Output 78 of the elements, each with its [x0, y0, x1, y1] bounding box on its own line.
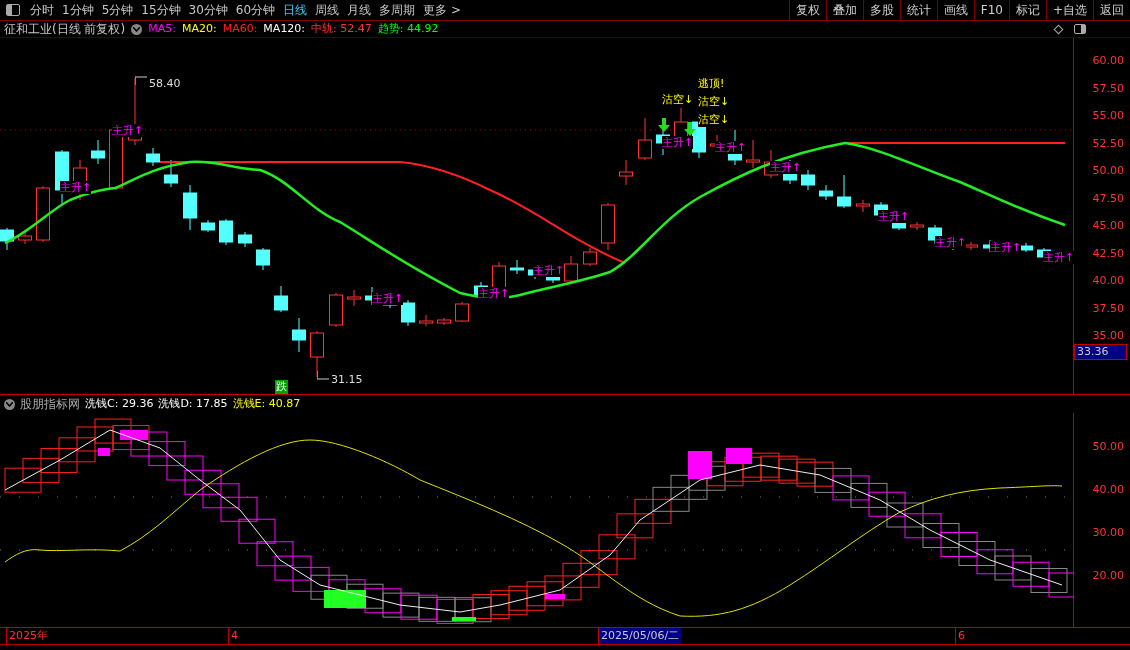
date-label: 6: [955, 628, 967, 644]
trend-label: 主升↑: [1043, 251, 1075, 264]
trend-label: 主升↑: [60, 181, 92, 194]
toolbar-button[interactable]: 画线: [936, 0, 974, 21]
trend-label: 主升↑: [478, 287, 510, 300]
period-tab[interactable]: 分时: [26, 1, 58, 19]
stock-title: 征和工业(日线 前复权): [4, 21, 126, 38]
trend-label: 主升↑: [372, 292, 404, 305]
price-axis-label: 57.50: [1092, 82, 1124, 95]
price-axis-label: 47.50: [1092, 192, 1124, 205]
price-axis-label: 37.50: [1092, 302, 1124, 315]
signal-label: 跌: [275, 380, 288, 394]
period-tab[interactable]: 月线: [343, 1, 376, 19]
period-tab[interactable]: 日线: [279, 1, 312, 19]
trend-label: 主升↑: [112, 124, 144, 137]
toolbar-button[interactable]: F10: [973, 0, 1009, 21]
indicator-name: 股朋指标网: [20, 396, 80, 413]
period-tab[interactable]: 多周期: [375, 1, 420, 19]
price-axis-label: 55.00: [1092, 110, 1124, 122]
indicator-value: 趋势: 44.92: [377, 20, 439, 37]
indicator-value: MA5:: [148, 20, 176, 37]
trend-label: 主升↑: [662, 136, 694, 149]
price-axis-label: 60.00: [1092, 55, 1124, 67]
trend-label: 主升↑: [715, 141, 747, 154]
period-tab[interactable]: 30分钟: [184, 1, 232, 19]
toolbar-button[interactable]: 叠加: [825, 0, 863, 21]
signal-label: 沽空↓: [698, 95, 730, 109]
indicator-value: 洗钱D: 17.85: [158, 395, 228, 412]
indicator-value: 中轨: 52.47: [311, 20, 372, 37]
low-price-label: 31.15: [331, 372, 363, 388]
period-tab[interactable]: 1分钟: [58, 1, 98, 19]
indicator-value: MA20:: [181, 20, 217, 37]
period-tab[interactable]: 15分钟: [137, 1, 185, 19]
price-axis-label: 35.00: [1092, 330, 1124, 342]
panel-toggle-icon[interactable]: [6, 4, 20, 16]
indicator-axis-label: 20.00: [1092, 570, 1124, 582]
leader-line: [135, 76, 149, 86]
price-axis-label: 52.50: [1092, 137, 1124, 150]
price-axis-label: 45.00: [1092, 220, 1124, 232]
trend-label: 主升↑: [878, 210, 910, 223]
indicator-value: 洗钱C: 29.36: [85, 395, 154, 412]
toolbar-button[interactable]: 多股: [862, 0, 900, 21]
indicator-axis-label: 40.00: [1092, 484, 1124, 496]
period-tab[interactable]: 周线: [311, 1, 344, 19]
date-label: 2025年: [6, 628, 50, 644]
toolbar-button[interactable]: 返回: [1093, 0, 1130, 21]
trend-label: 主升↑: [935, 236, 967, 249]
dropdown-icon[interactable]: [131, 23, 143, 35]
signal-label: 逃顶!: [698, 77, 725, 91]
current-price-label: 33.36: [1074, 344, 1127, 360]
price-axis-label: 42.50: [1092, 247, 1124, 260]
price-axis-label: 50.00: [1092, 165, 1124, 177]
down-arrow-icon: [658, 118, 670, 132]
signal-label: 沽空↓: [662, 93, 694, 107]
indicator-axis-label: 30.00: [1092, 527, 1124, 539]
more-menu[interactable]: 更多 >: [419, 1, 465, 19]
down-arrow-icon: [684, 122, 696, 136]
indicator-value: MA60:: [222, 20, 258, 37]
trend-label: 主升↑: [770, 161, 802, 174]
trend-label: 主升↑: [533, 264, 565, 277]
toolbar-button[interactable]: 标记: [1008, 0, 1046, 21]
dropdown-icon[interactable]: [4, 398, 15, 410]
indicator-axis-label: 50.00: [1092, 441, 1124, 453]
indicator-value: MA120:: [263, 20, 306, 37]
date-label: 4: [228, 628, 240, 644]
toolbar-button[interactable]: +自选: [1045, 0, 1093, 21]
signal-label: 沽空↓: [698, 113, 730, 127]
leader-line: [317, 371, 331, 381]
trend-label: 主升↑: [990, 241, 1022, 254]
high-price-label: 58.40: [149, 76, 181, 92]
period-tab[interactable]: 5分钟: [97, 1, 138, 19]
date-label: 2025/05/06/二: [598, 628, 682, 644]
toolbar-button[interactable]: 复权: [788, 0, 826, 21]
panel-toggle-icon[interactable]: [1074, 24, 1086, 34]
toolbar-button[interactable]: 统计: [899, 0, 937, 21]
indicator-value: 洗钱E: 40.87: [232, 395, 301, 412]
period-tab[interactable]: 60分钟: [231, 1, 280, 19]
price-axis-label: 40.00: [1092, 275, 1124, 287]
